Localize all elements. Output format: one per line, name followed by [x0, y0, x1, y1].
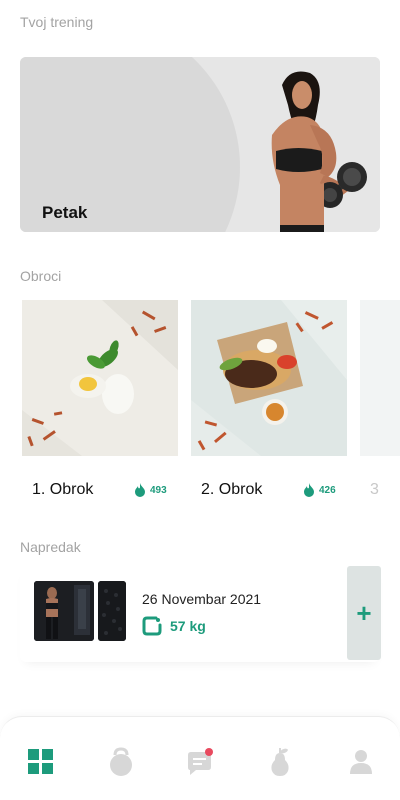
- meal-image: [22, 300, 178, 456]
- profile-icon: [350, 750, 372, 774]
- meals-section-title: Obroci: [20, 268, 62, 284]
- nav-profile[interactable]: [347, 747, 375, 777]
- meal-calories: 493: [134, 483, 167, 497]
- progress-date: 26 Novembar 2021: [142, 591, 262, 607]
- notification-dot: [205, 748, 213, 756]
- meal-calories-value: 426: [319, 484, 336, 496]
- training-day-label: Petak: [42, 203, 88, 222]
- bottom-navigation: [0, 716, 400, 800]
- add-progress-button[interactable]: +: [347, 566, 381, 660]
- meal-calories-value: 493: [150, 484, 167, 496]
- nav-workouts[interactable]: [107, 747, 135, 777]
- progress-photo[interactable]: [34, 581, 94, 641]
- meal-card[interactable]: 1. Obrok 493: [22, 300, 178, 510]
- meal-image: [191, 300, 347, 456]
- progress-card[interactable]: 26 Novembar 2021 57 kg +: [20, 566, 381, 662]
- flame-icon: [304, 483, 314, 497]
- flame-icon: [135, 483, 145, 497]
- kettlebell-icon: [110, 747, 132, 776]
- meal-name: 2. Obrok: [201, 481, 263, 498]
- meal-card-peek[interactable]: [360, 300, 400, 456]
- meals-carousel[interactable]: 1. Obrok 493 2. Obrok 426 3: [22, 300, 400, 510]
- training-section-title: Tvoj trening: [20, 14, 94, 30]
- progress-section-title: Napredak: [20, 539, 81, 555]
- meal-calories: 426: [303, 483, 336, 497]
- meal-card[interactable]: 2. Obrok 426: [191, 300, 347, 510]
- pear-icon: [271, 748, 289, 776]
- dashboard-icon: [28, 749, 53, 774]
- progress-photo[interactable]: [98, 581, 126, 641]
- athlete-image: [271, 71, 367, 232]
- progress-weight-value: 57 kg: [170, 618, 206, 634]
- training-card[interactable]: Petak: [20, 57, 380, 232]
- chat-icon: [188, 748, 213, 775]
- nav-dashboard[interactable]: [27, 747, 55, 777]
- progress-weight: 57 kg: [142, 616, 206, 636]
- scale-icon: [142, 616, 162, 636]
- nav-nutrition[interactable]: [266, 747, 294, 777]
- meal-peek-label: 3: [370, 481, 379, 498]
- meal-name: 1. Obrok: [32, 481, 94, 498]
- nav-chat[interactable]: [186, 747, 214, 777]
